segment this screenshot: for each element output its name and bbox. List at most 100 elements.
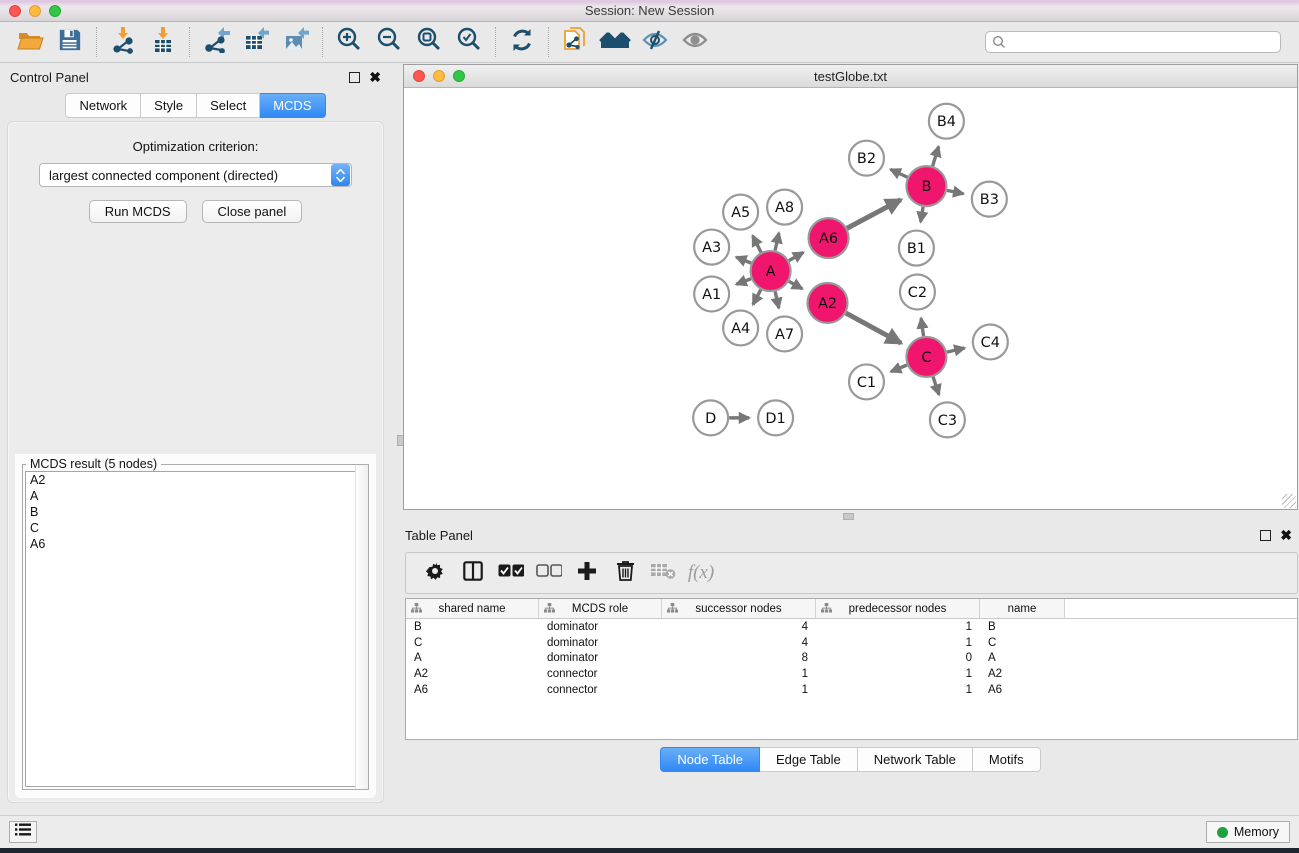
table-row[interactable]: A2connector11A2 bbox=[406, 666, 1297, 682]
graph-edge[interactable] bbox=[789, 252, 804, 260]
graph-node-A[interactable]: A bbox=[751, 251, 791, 291]
optimization-criterion-select[interactable]: largest connected component (directed) bbox=[39, 163, 352, 187]
graph-node-C3[interactable]: C3 bbox=[930, 402, 965, 437]
graph-node-C2[interactable]: C2 bbox=[900, 275, 935, 310]
mcds-result-item[interactable]: C bbox=[26, 520, 365, 536]
float-panel-icon[interactable] bbox=[349, 72, 360, 83]
zoom-fit-button[interactable] bbox=[409, 25, 449, 59]
graph-node-A7[interactable]: A7 bbox=[767, 316, 802, 351]
tab-network[interactable]: Network bbox=[65, 93, 141, 118]
add-row-button[interactable] bbox=[568, 556, 606, 590]
graph-node-B1[interactable]: B1 bbox=[899, 231, 934, 266]
graph-node-A3[interactable]: A3 bbox=[694, 230, 729, 265]
close-panel-button[interactable]: Close panel bbox=[202, 200, 303, 223]
graph-node-B3[interactable]: B3 bbox=[972, 182, 1007, 217]
table-row[interactable]: Bdominator41B bbox=[406, 619, 1297, 635]
run-mcds-button[interactable]: Run MCDS bbox=[89, 200, 187, 223]
tab-select[interactable]: Select bbox=[197, 93, 260, 118]
refresh-layout-button[interactable] bbox=[502, 25, 542, 59]
table-settings-button[interactable] bbox=[416, 556, 454, 590]
graph-node-A4[interactable]: A4 bbox=[723, 310, 758, 345]
tab-network-table[interactable]: Network Table bbox=[858, 747, 973, 772]
network-canvas[interactable]: B4B2BB3A8A5A6A3B1AC2A1A2A4A7C4CC1C3DD1 bbox=[404, 89, 1297, 509]
column-header[interactable]: name bbox=[980, 599, 1065, 618]
graph-node-C1[interactable]: C1 bbox=[849, 364, 884, 399]
task-history-button[interactable] bbox=[9, 821, 37, 843]
column-header[interactable]: successor nodes bbox=[662, 599, 816, 618]
float-panel-icon[interactable] bbox=[1260, 530, 1271, 541]
graph-node-B4[interactable]: B4 bbox=[929, 104, 964, 139]
graph-edge[interactable] bbox=[890, 169, 907, 177]
graph-node-A1[interactable]: A1 bbox=[694, 277, 729, 312]
mcds-result-item[interactable]: B bbox=[26, 504, 365, 520]
open-folder-button[interactable] bbox=[10, 25, 50, 59]
graph-node-A8[interactable]: A8 bbox=[767, 190, 802, 225]
import-table-button[interactable] bbox=[143, 25, 183, 59]
save-session-button[interactable] bbox=[50, 25, 90, 59]
graph-edge[interactable] bbox=[921, 318, 923, 336]
export-image-button[interactable] bbox=[276, 25, 316, 59]
graph-edge[interactable] bbox=[933, 146, 939, 166]
column-header[interactable]: shared name bbox=[406, 599, 539, 618]
table-row[interactable]: A6connector11A6 bbox=[406, 682, 1297, 698]
graph-edge[interactable] bbox=[947, 348, 965, 352]
import-network-button[interactable] bbox=[103, 25, 143, 59]
graph-edge[interactable] bbox=[753, 290, 761, 305]
graph-node-C[interactable]: C bbox=[906, 337, 946, 377]
table-row[interactable]: Cdominator41C bbox=[406, 635, 1297, 651]
tab-style[interactable]: Style bbox=[141, 93, 197, 118]
close-panel-icon[interactable]: ✖ bbox=[369, 72, 381, 83]
graph-node-A6[interactable]: A6 bbox=[809, 218, 849, 258]
network-window-titlebar[interactable]: testGlobe.txt bbox=[404, 65, 1297, 88]
graph-edge[interactable] bbox=[933, 377, 939, 395]
graph-edge[interactable] bbox=[789, 281, 802, 289]
zoom-out-button[interactable] bbox=[369, 25, 409, 59]
divider-handle[interactable] bbox=[843, 513, 854, 520]
result-scrollbar[interactable] bbox=[355, 465, 368, 789]
table-row[interactable]: Adominator80A bbox=[406, 651, 1297, 667]
graph-node-A2[interactable]: A2 bbox=[808, 283, 848, 323]
function-builder-button[interactable]: f(x) bbox=[682, 556, 720, 590]
column-header[interactable]: predecessor nodes bbox=[816, 599, 980, 618]
graph-edge[interactable] bbox=[736, 279, 751, 285]
network-from-file-button[interactable] bbox=[555, 25, 595, 59]
graph-edge[interactable] bbox=[775, 292, 779, 309]
graph-edge[interactable] bbox=[775, 233, 779, 251]
close-panel-icon[interactable]: ✖ bbox=[1280, 530, 1292, 541]
tab-motifs[interactable]: Motifs bbox=[973, 747, 1041, 772]
mcds-result-item[interactable]: A bbox=[26, 488, 365, 504]
memory-button[interactable]: Memory bbox=[1206, 821, 1290, 843]
column-header[interactable]: MCDS role bbox=[539, 599, 662, 618]
graph-edge[interactable] bbox=[947, 190, 963, 193]
zoom-selected-button[interactable] bbox=[449, 25, 489, 59]
delete-row-button[interactable] bbox=[606, 556, 644, 590]
show-column-button[interactable] bbox=[454, 556, 492, 590]
select-all-button[interactable] bbox=[492, 556, 530, 590]
tab-node-table[interactable]: Node Table bbox=[660, 747, 760, 772]
graph-node-A5[interactable]: A5 bbox=[723, 195, 758, 230]
mcds-result-item[interactable]: A6 bbox=[26, 536, 365, 552]
graph-node-B2[interactable]: B2 bbox=[849, 141, 884, 176]
graph-node-D[interactable]: D bbox=[693, 400, 728, 435]
export-network-button[interactable] bbox=[196, 25, 236, 59]
graph-edge[interactable] bbox=[891, 365, 907, 372]
graph-edge[interactable] bbox=[921, 207, 923, 222]
graph-edge[interactable] bbox=[736, 257, 751, 263]
tab-mcds[interactable]: MCDS bbox=[260, 93, 325, 118]
mcds-result-item[interactable]: A2 bbox=[26, 472, 365, 488]
graph-edge[interactable] bbox=[847, 200, 901, 229]
show-graphics-details-button[interactable] bbox=[675, 25, 715, 59]
delete-table-button[interactable] bbox=[644, 556, 682, 590]
export-table-button[interactable] bbox=[236, 25, 276, 59]
graph-node-C4[interactable]: C4 bbox=[973, 324, 1008, 359]
graph-edge[interactable] bbox=[753, 236, 761, 253]
birdseye-view-button[interactable] bbox=[595, 25, 635, 59]
graph-node-B[interactable]: B bbox=[906, 166, 946, 206]
resize-grip[interactable] bbox=[1282, 494, 1296, 508]
zoom-in-button[interactable] bbox=[329, 25, 369, 59]
hide-graphics-details-button[interactable] bbox=[635, 25, 675, 59]
deselect-all-button[interactable] bbox=[530, 556, 568, 590]
search-input[interactable] bbox=[985, 31, 1281, 53]
mcds-result-list[interactable]: A2ABCA6 bbox=[25, 471, 366, 787]
graph-edge[interactable] bbox=[846, 313, 901, 343]
